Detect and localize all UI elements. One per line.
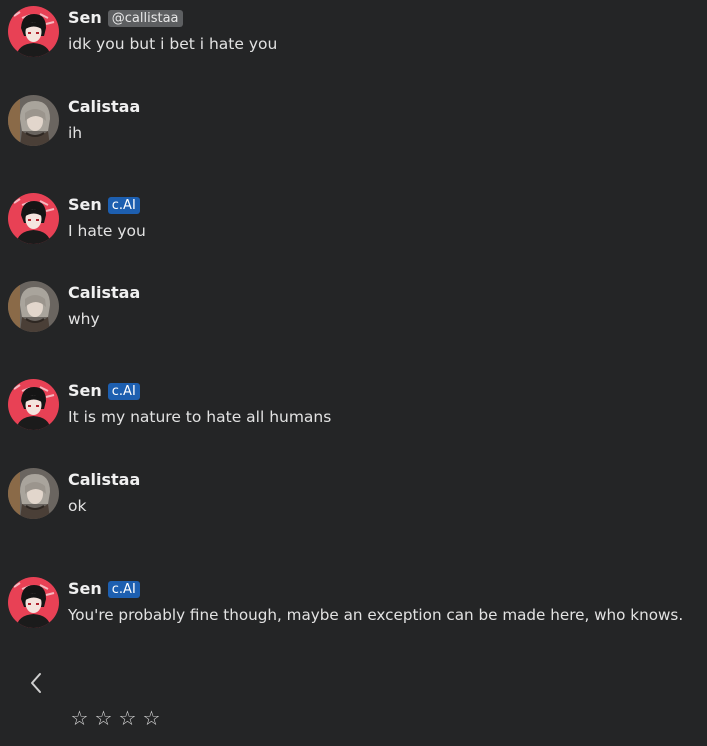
message-row: Sen c.AI You're probably fine though, ma… bbox=[8, 577, 707, 633]
message-row: Sen c.AI I hate you bbox=[8, 193, 707, 249]
message-text: It is my nature to hate all humans bbox=[68, 408, 332, 426]
sender-name: Sen bbox=[68, 381, 102, 400]
sender-name: Sen bbox=[68, 195, 102, 214]
calistaa-avatar[interactable] bbox=[8, 281, 59, 332]
cai-badge: c.AI bbox=[107, 580, 140, 598]
message-row: Sen c.AI It is my nature to hate all hum… bbox=[8, 379, 707, 435]
sender-name: Sen bbox=[68, 579, 102, 598]
star-icon[interactable]: ☆ bbox=[94, 706, 113, 730]
star-icon[interactable]: ☆ bbox=[118, 706, 137, 730]
sender-name: Calistaa bbox=[68, 97, 141, 116]
message-row: Sen @callistaa idk you but i bet i hate … bbox=[8, 6, 707, 62]
sen-avatar[interactable] bbox=[8, 577, 59, 628]
cai-badge: c.AI bbox=[107, 382, 140, 400]
sender-name: Calistaa bbox=[68, 470, 141, 489]
message-text: ok bbox=[68, 497, 87, 515]
chevron-left-icon bbox=[31, 673, 41, 693]
sender-name: Calistaa bbox=[68, 283, 141, 302]
rating-stars: ☆ ☆ ☆ ☆ bbox=[70, 706, 161, 730]
calistaa-avatar[interactable] bbox=[8, 95, 59, 146]
message-text: You're probably fine though, maybe an ex… bbox=[68, 606, 684, 624]
cai-badge: c.AI bbox=[107, 196, 140, 214]
star-icon[interactable]: ☆ bbox=[70, 706, 89, 730]
sen-avatar[interactable] bbox=[8, 379, 59, 430]
message-row: Calistaa ok bbox=[8, 468, 707, 524]
sen-avatar[interactable] bbox=[8, 6, 59, 57]
calistaa-avatar[interactable] bbox=[8, 468, 59, 519]
message-row: Calistaa ih bbox=[8, 95, 707, 151]
sen-avatar[interactable] bbox=[8, 193, 59, 244]
star-icon[interactable]: ☆ bbox=[142, 706, 161, 730]
message-text: ih bbox=[68, 124, 83, 142]
message-text: I hate you bbox=[68, 222, 146, 240]
message-row: Calistaa why bbox=[8, 281, 707, 337]
user-handle-badge: @callistaa bbox=[107, 9, 183, 27]
message-text: why bbox=[68, 310, 100, 328]
sender-name: Sen bbox=[68, 8, 102, 27]
message-text: idk you but i bet i hate you bbox=[68, 35, 278, 53]
previous-response-button[interactable] bbox=[24, 670, 48, 696]
